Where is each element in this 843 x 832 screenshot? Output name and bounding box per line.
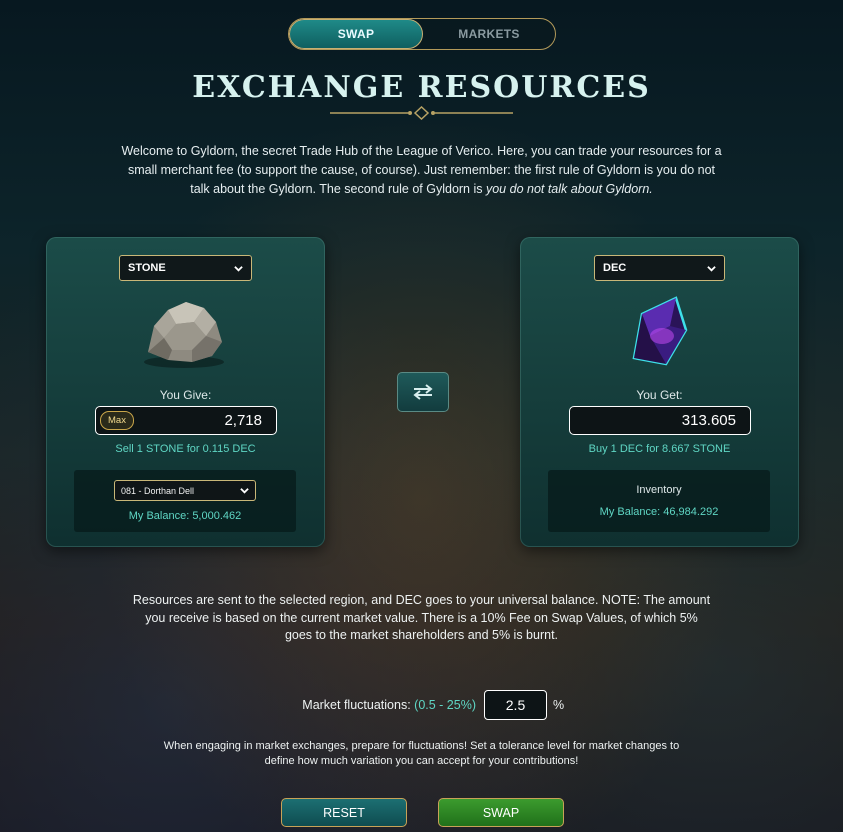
chevron-down-icon (707, 265, 716, 272)
get-resource-select[interactable]: DEC (594, 255, 725, 281)
get-label: You Get: (636, 388, 683, 402)
page-title: EXCHANGE RESOURCES (192, 70, 651, 105)
fluctuation-range: (0.5 - 25%) (414, 698, 476, 712)
mode-tabs: SWAP MARKETS (288, 18, 556, 50)
tab-swap[interactable]: SWAP (289, 19, 423, 49)
region-value: 081 - Dorthan Dell (121, 485, 195, 496)
give-resource-select[interactable]: STONE (119, 255, 252, 281)
fluctuation-row: Market fluctuations: (0.5 - 25%) 2.5 % (0, 690, 843, 722)
give-rate: Sell 1 STONE for 0.115 DEC (115, 443, 256, 455)
region-select[interactable]: 081 - Dorthan Dell (114, 480, 256, 501)
give-resource-value: STONE (128, 262, 166, 274)
give-label: You Give: (159, 388, 212, 402)
get-rate: Buy 1 DEC for 8.667 STONE (588, 443, 731, 455)
give-region-panel: 081 - Dorthan Dell My Balance: 5,000.462 (74, 470, 296, 532)
swap-button[interactable]: SWAP (438, 798, 564, 827)
fluctuation-label-group: Market fluctuations: (0.5 - 25%) (302, 698, 476, 712)
get-card: DEC You Get: 313.605 Buy 1 DEC for 8.667… (520, 237, 799, 547)
get-balance: My Balance: 46,984.292 (599, 506, 719, 518)
reset-button[interactable]: RESET (281, 798, 407, 827)
fluctuation-input[interactable]: 2.5 (484, 690, 547, 720)
fluctuation-label: Market fluctuations: (302, 698, 411, 712)
chevron-down-icon (234, 265, 243, 272)
swap-arrows-icon (413, 384, 433, 400)
give-balance: My Balance: 5,000.462 (128, 510, 242, 522)
stone-resource-icon (144, 302, 224, 368)
give-card: STONE You Give: Max 2,718 Sell 1 STONE f… (46, 237, 325, 547)
give-amount-value: 2,718 (224, 412, 262, 429)
max-button[interactable]: Max (100, 411, 134, 430)
percent-sign: % (553, 698, 565, 712)
swap-direction-button[interactable] (397, 372, 449, 412)
get-resource-value: DEC (603, 262, 627, 274)
intro-emphasis: you do not talk about Gyldorn. (485, 182, 653, 196)
title-ornament (330, 106, 513, 120)
get-amount-value: 313.605 (681, 412, 736, 429)
swap-note: Resources are sent to the selected regio… (132, 593, 711, 642)
tab-markets[interactable]: MARKETS (423, 19, 555, 49)
dec-crystal-icon (632, 296, 688, 366)
inventory-title: Inventory (636, 484, 682, 496)
intro-text: Welcome to Gyldorn, the secret Trade Hub… (120, 142, 723, 199)
inventory-panel: Inventory My Balance: 46,984.292 (548, 470, 770, 532)
chevron-down-icon (240, 488, 249, 494)
tolerance-text: When engaging in market exchanges, prepa… (163, 740, 680, 767)
give-amount-input[interactable]: Max 2,718 (95, 406, 277, 435)
get-amount-field: 313.605 (569, 406, 751, 435)
